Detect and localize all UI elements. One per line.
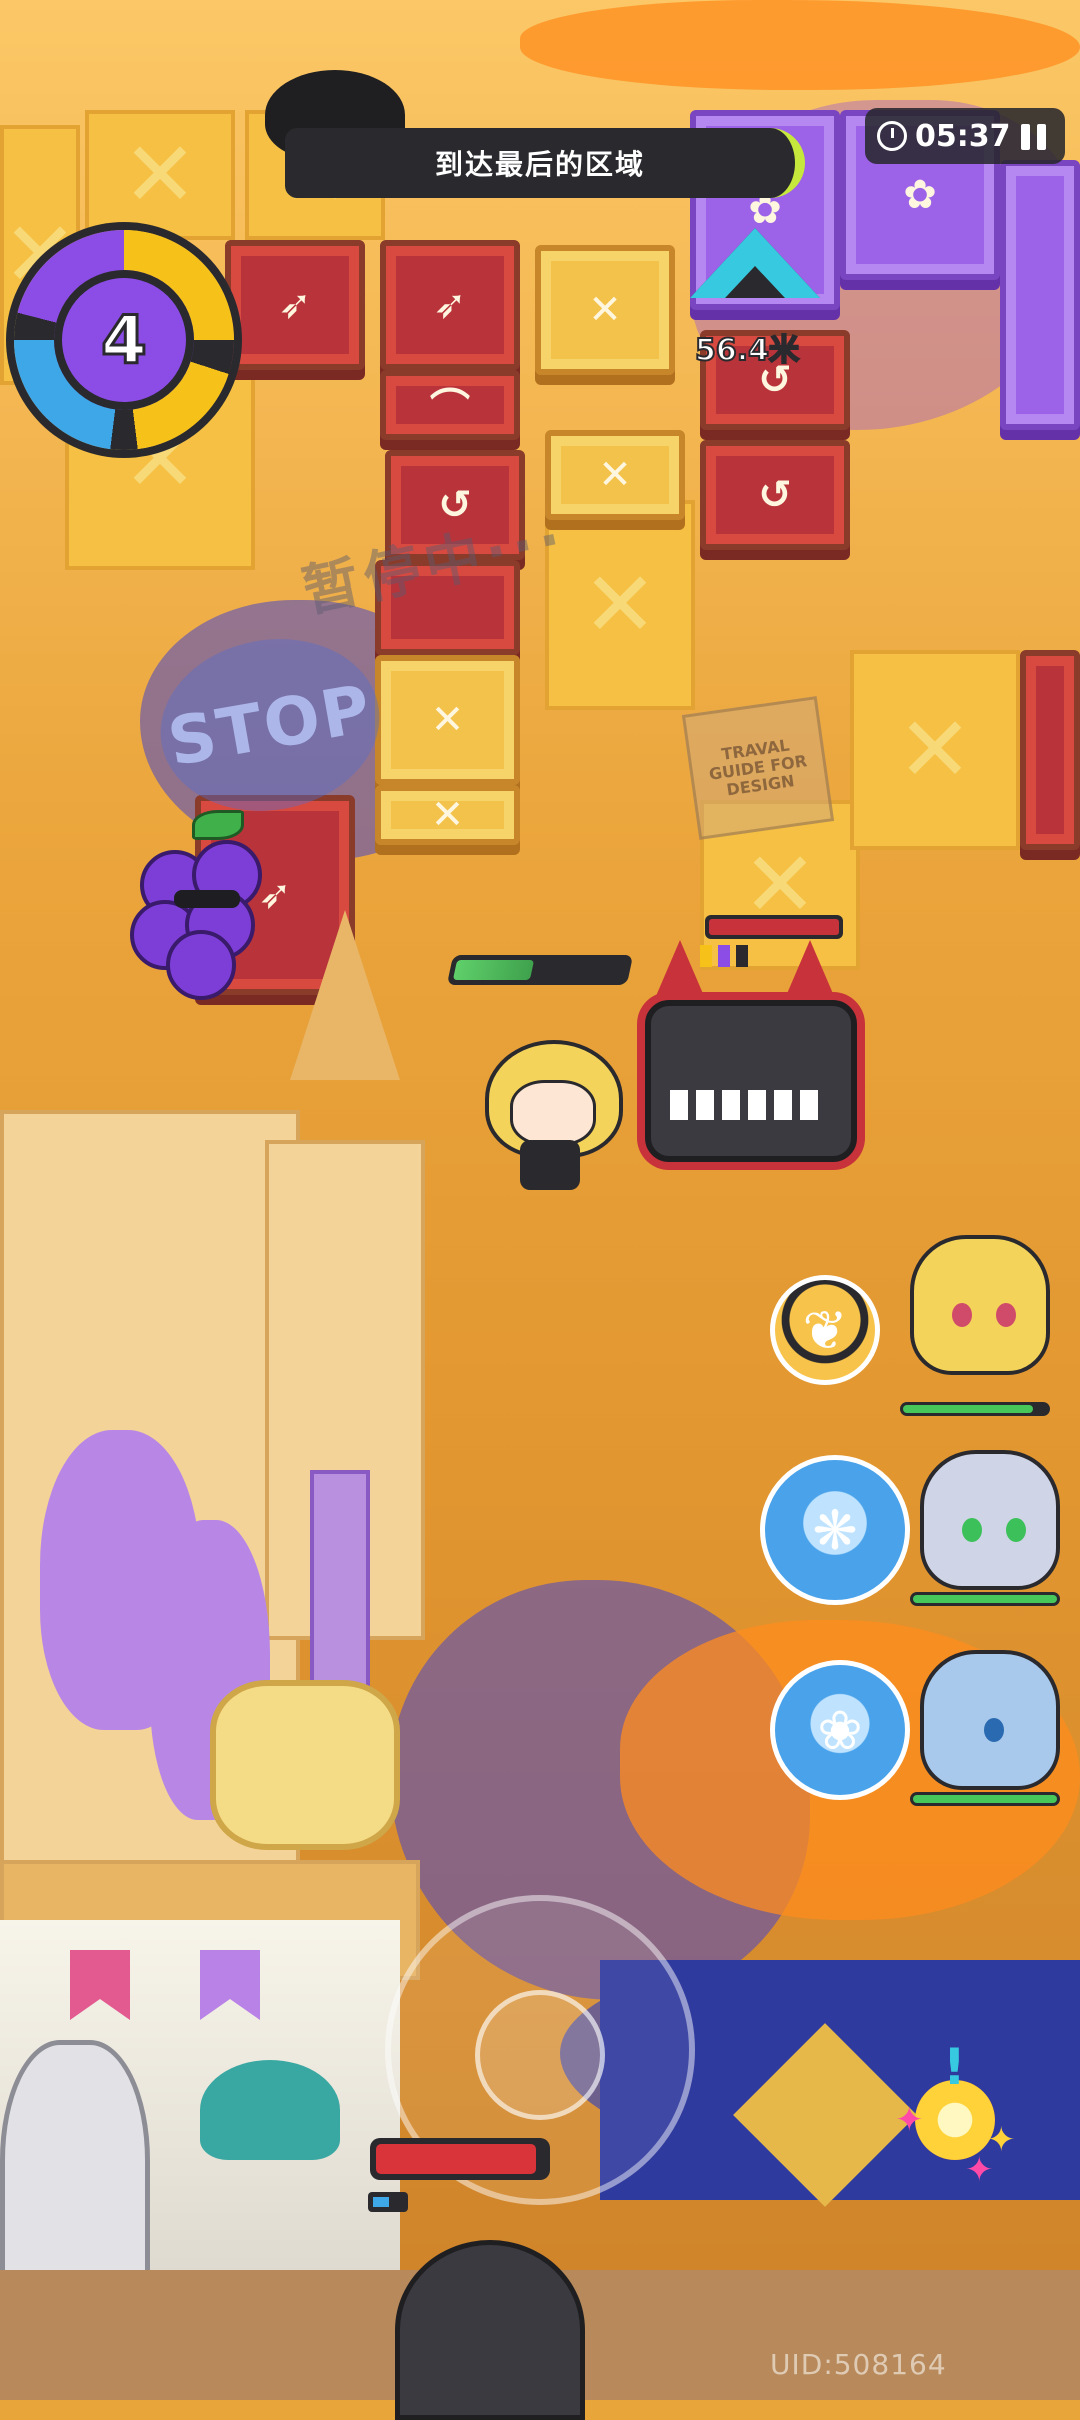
yellow-crate: ✕ — [375, 785, 520, 845]
ink-tank-bar — [370, 2138, 550, 2180]
flower-skill-icon[interactable]: ❀ — [770, 1660, 910, 1800]
potted-plant — [200, 2060, 340, 2160]
arrow-up-icon — [690, 228, 820, 298]
pause-button[interactable] — [1008, 112, 1058, 162]
player-hp-bar — [446, 955, 634, 985]
user-id: UID:508164 — [770, 2348, 947, 2381]
red-crate: ↺ — [700, 440, 850, 550]
yellow-crate: ✕ — [545, 430, 685, 520]
boss-hp-bar — [705, 915, 843, 939]
joystick-knob[interactable] — [475, 1990, 605, 2120]
ink-level-value: 4 — [54, 270, 194, 410]
floor-tile — [850, 650, 1020, 850]
red-crate: ➶ — [225, 240, 365, 370]
feather-skill-icon[interactable]: ❋ — [760, 1455, 910, 1605]
party-hp-bar — [910, 1592, 1060, 1606]
banner-pole — [310, 1470, 370, 1700]
red-crate: ⌒ — [380, 370, 520, 440]
boss-monster — [630, 940, 860, 1170]
yellow-crate: ✕ — [375, 655, 520, 785]
stop-sign-text: STOP — [162, 669, 378, 781]
party-member-1[interactable]: ❦ — [760, 1235, 1080, 1416]
purple-crate — [1000, 160, 1080, 430]
round-pillar — [210, 1680, 400, 1850]
avatar — [910, 1235, 1050, 1375]
floor-tile — [545, 500, 695, 710]
party-member-2[interactable]: ❋ — [760, 1440, 1080, 1606]
avatar — [920, 1650, 1060, 1790]
objective-banner: 到达最后的区域 — [285, 128, 805, 198]
distance-to-goal: 56.4米 — [694, 332, 800, 369]
timer-text: 05:37 — [915, 118, 1011, 154]
pause-icon — [1020, 124, 1030, 150]
yellow-crate: ✕ — [535, 245, 675, 375]
ink-level-wheel: 4 — [14, 230, 234, 450]
clock-icon — [877, 121, 907, 151]
red-crate — [1020, 650, 1080, 850]
guide-card: TRAVAL GUIDE FOR DESIGN — [681, 696, 835, 840]
floor-tile — [85, 110, 235, 240]
avatar — [920, 1450, 1060, 1590]
grape-enemy — [130, 810, 275, 1000]
party-member-3[interactable]: ❀ — [760, 1650, 1080, 1810]
red-crate: ➶ — [380, 240, 520, 370]
party-hp-bar — [900, 1402, 1050, 1416]
ink-tank-indicator — [368, 2192, 408, 2212]
knight-helmet — [395, 2240, 585, 2420]
player-character — [475, 1030, 625, 1195]
party-hp-bar — [910, 1792, 1060, 1806]
ultimate-button[interactable]: ✦ ✦ ✦ ! — [895, 2038, 1016, 2190]
ink-splat — [520, 0, 1080, 90]
flame-skill-icon[interactable]: ❦ — [770, 1275, 880, 1385]
castle-tower — [290, 910, 400, 1080]
